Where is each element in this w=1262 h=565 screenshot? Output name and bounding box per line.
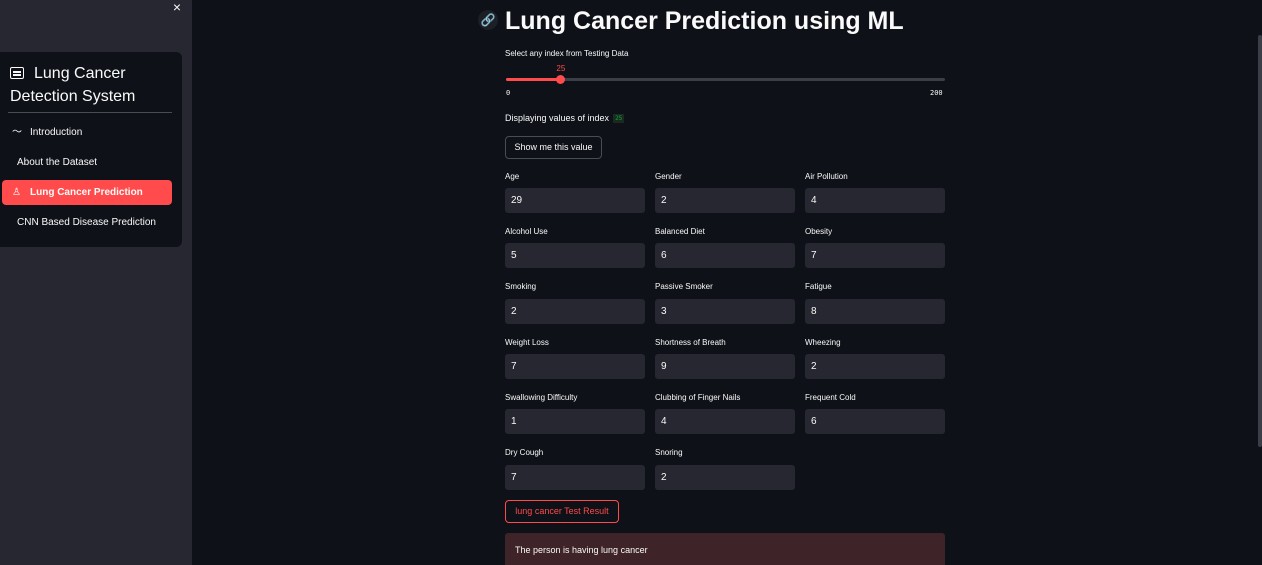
index-slider[interactable]: 25 [506, 64, 945, 84]
page-title: Lung Cancer Prediction using ML [505, 7, 904, 35]
menu-item-introduction[interactable]: 〜 Introduction [2, 120, 172, 145]
field-label-fatigue: Fatigue [805, 282, 832, 291]
field-label-dry-cough: Dry Cough [505, 448, 544, 457]
menu-item-label: About the Dataset [17, 157, 98, 168]
field-label-clubbing-finger-nails: Clubbing of Finger Nails [655, 393, 741, 402]
field-label-shortness-of-breath: Shortness of Breath [655, 338, 726, 347]
activity-icon: 〜 [12, 127, 22, 138]
field-label-gender: Gender [655, 172, 682, 181]
field-input-alcohol-use[interactable]: 5 [505, 243, 645, 268]
field-input-wheezing[interactable]: 2 [805, 354, 945, 379]
navigation-menu: Lung Cancer Detection System 〜 Introduct… [0, 52, 182, 247]
menu-item-cnn-prediction[interactable]: CNN Based Disease Prediction [2, 210, 172, 235]
menu-item-label: Introduction [30, 127, 83, 138]
field-label-passive-smoker: Passive Smoker [655, 282, 713, 291]
field-input-clubbing-finger-nails[interactable]: 4 [655, 409, 795, 434]
field-input-passive-smoker[interactable]: 3 [655, 299, 795, 324]
display-text-label: Displaying values of index [505, 113, 610, 123]
scrollbar[interactable] [1258, 35, 1262, 447]
field-input-fatigue[interactable]: 8 [805, 299, 945, 324]
field-label-frequent-cold: Frequent Cold [805, 393, 856, 402]
slider-max-label: 200 [930, 89, 943, 97]
field-label-air-pollution: Air Pollution [805, 172, 848, 181]
menu-icon [10, 67, 24, 79]
field-label-snoring: Snoring [655, 448, 683, 457]
field-input-frequent-cold[interactable]: 6 [805, 409, 945, 434]
menu-item-lung-cancer-prediction[interactable]: ♙ Lung Cancer Prediction [2, 180, 172, 205]
field-label-swallowing-difficulty: Swallowing Difficulty [505, 393, 578, 402]
person-icon: ♙ [12, 187, 21, 198]
field-label-balanced-diet: Balanced Diet [655, 227, 705, 236]
display-values-text: Displaying values of index 25 [505, 113, 625, 124]
field-input-dry-cough[interactable]: 7 [505, 465, 645, 490]
slider-value: 25 [556, 64, 566, 73]
field-label-smoking: Smoking [505, 282, 537, 291]
field-input-swallowing-difficulty[interactable]: 1 [505, 409, 645, 434]
link-icon[interactable]: 🔗 [478, 10, 498, 30]
field-input-weight-loss[interactable]: 7 [505, 354, 645, 379]
field-label-wheezing: Wheezing [805, 338, 841, 347]
field-input-obesity[interactable]: 7 [805, 243, 945, 268]
field-input-air-pollution[interactable]: 4 [805, 188, 945, 213]
slider-label: Select any index from Testing Data [505, 49, 629, 58]
menu-item-label: Lung Cancer Prediction [30, 187, 143, 198]
result-text: The person is having lung cancer [515, 545, 648, 555]
show-value-button[interactable]: Show me this value [505, 136, 602, 159]
field-label-age: Age [505, 172, 520, 181]
field-label-weight-loss: Weight Loss [505, 338, 549, 347]
field-label-alcohol-use: Alcohol Use [505, 227, 548, 236]
slider-min-label: 0 [506, 89, 511, 97]
test-result-button[interactable]: lung cancer Test Result [505, 500, 619, 523]
sidebar: × Lung Cancer Detection System 〜 Introdu… [0, 0, 192, 565]
slider-thumb[interactable] [556, 75, 566, 84]
menu-title: Lung Cancer Detection System [10, 62, 175, 108]
menu-item-label: CNN Based Disease Prediction [17, 217, 156, 228]
field-label-obesity: Obesity [805, 227, 833, 236]
result-alert: The person is having lung cancer [505, 533, 945, 565]
field-input-balanced-diet[interactable]: 6 [655, 243, 795, 268]
close-sidebar-icon[interactable]: × [170, 0, 184, 14]
field-input-age[interactable]: 29 [505, 188, 645, 213]
slider-fill [506, 78, 561, 81]
field-input-shortness-of-breath[interactable]: 9 [655, 354, 795, 379]
menu-item-about-dataset[interactable]: About the Dataset [2, 150, 172, 175]
field-input-snoring[interactable]: 2 [655, 465, 795, 490]
menu-divider [8, 112, 172, 113]
field-input-smoking[interactable]: 2 [505, 299, 645, 324]
field-input-gender[interactable]: 2 [655, 188, 795, 213]
display-index-badge: 25 [613, 114, 625, 124]
menu-title-text: Lung Cancer Detection System [10, 65, 136, 105]
